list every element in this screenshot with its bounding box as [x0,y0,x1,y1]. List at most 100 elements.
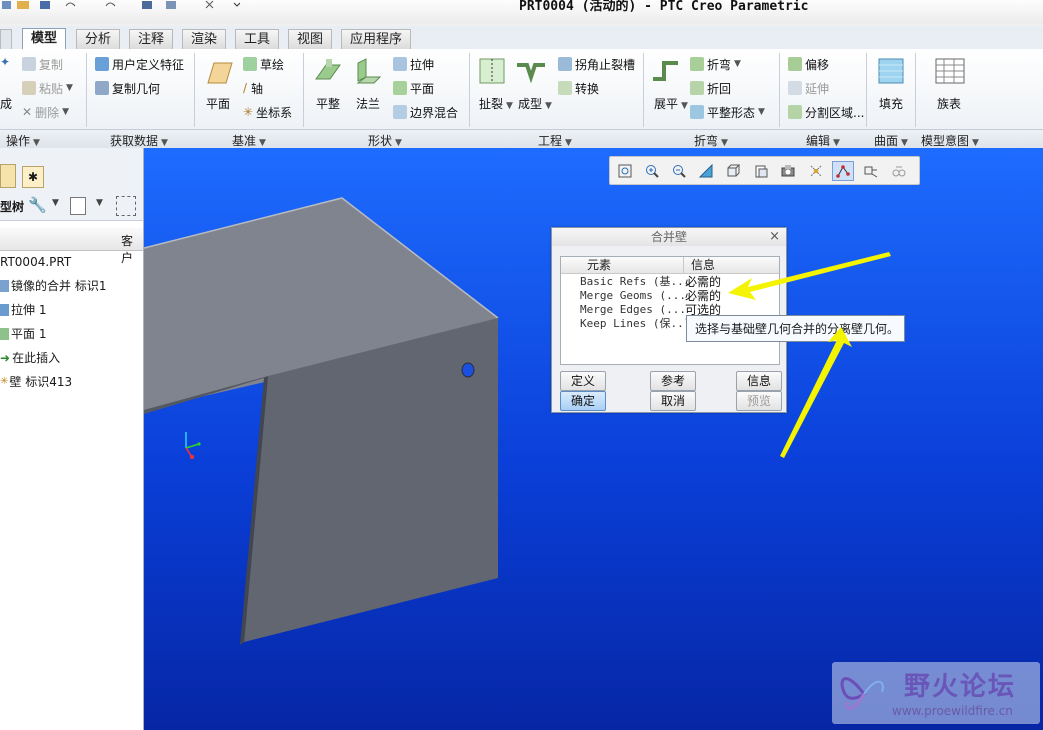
group-get-data[interactable]: 获取数据 ▼ [110,132,168,149]
bend-back-button[interactable]: 折回 [690,79,731,97]
paste-button[interactable]: 粘贴 ▼ [22,79,73,97]
flange-icon[interactable] [352,55,384,87]
form-label[interactable]: 成型 ▼ [518,95,552,112]
copy-button[interactable]: 复制 [22,55,63,73]
datum-display-icon[interactable] [805,161,827,181]
list-item[interactable]: Merge Geoms (... 必需的 [580,289,721,303]
tab-annotate[interactable]: 注释 [129,29,174,49]
group-bends[interactable]: 折弯 ▼ [694,132,728,149]
family-table-icon[interactable] [934,55,966,87]
unbend-icon[interactable] [650,55,682,87]
ok-button[interactable]: 确定 [560,391,606,411]
bend-button[interactable]: 折弯 ▼ [690,55,741,73]
tab-view[interactable]: 视图 [288,29,333,49]
tree-item-plane[interactable]: 平面 1 [0,324,46,344]
extrude-button[interactable]: 拉伸 [393,55,434,73]
close-icon[interactable]: × [769,229,780,244]
rip-label[interactable]: 扯裂 ▼ [479,95,513,112]
tab-model[interactable]: 模型 [22,28,67,50]
chevron-down-icon[interactable]: ▼ [52,198,59,208]
fill-icon[interactable] [875,55,907,87]
annotation-display-icon[interactable] [888,161,910,181]
tree-item-wall[interactable]: ✳ 壁 标识413 [0,372,72,392]
axis-button[interactable]: / 轴 [243,79,263,97]
csys-display-icon[interactable] [860,161,882,181]
tab-tools[interactable]: 工具 [235,29,280,49]
unbend-label[interactable]: 展平 ▼ [654,95,688,112]
udf-icon [95,57,109,71]
settings-icon[interactable]: 🔧 [28,196,47,214]
tree-item-insert-here[interactable]: ➜ 在此插入 [0,348,60,368]
column-header: 客户 [121,234,134,265]
fill-label[interactable]: 填充 [879,95,903,112]
split-area-icon [788,105,802,119]
display-style-icon[interactable] [722,161,744,181]
saved-views-icon[interactable] [750,161,772,181]
arrow-upper [728,252,891,300]
list-item[interactable]: Basic Refs (基... 必需的 [580,275,721,289]
copy-geometry-button[interactable]: 复制几何 [95,79,160,97]
plane-feature-icon [0,328,9,340]
refs-button[interactable]: 参考 [650,371,696,391]
plane-icon[interactable] [202,57,234,89]
extend-button[interactable]: 延伸 [788,79,829,97]
tab-analysis[interactable]: 分析 [76,29,121,49]
chevron-down-icon[interactable]: ▼ [96,198,103,208]
flat-wall-label[interactable]: 平整 [316,95,340,112]
bend-icon [690,57,704,71]
flat-wall-icon[interactable] [312,55,344,87]
flange-label[interactable]: 法兰 [356,95,380,112]
copy-geometry-icon [95,81,109,95]
plane-wall-button[interactable]: 平面 [393,79,434,97]
zoom-out-icon[interactable] [668,161,690,181]
split-area-button[interactable]: 分割区域... [788,103,864,121]
tab-applications[interactable]: 应用程序 [341,29,412,49]
zoom-in-icon[interactable] [641,161,663,181]
form-icon[interactable] [515,55,547,87]
group-operations[interactable]: 操作 ▼ [6,132,40,149]
cancel-button[interactable]: 取消 [650,391,696,411]
boundary-blend-button[interactable]: 边界混合 [393,103,458,121]
favorites-tab-icon[interactable]: ✱ [22,166,44,188]
delete-button[interactable]: ✕ 删除 ▼ [22,103,69,121]
filter-icon[interactable] [116,196,136,216]
redo-icon [105,2,116,7]
column-element[interactable]: 元素 [587,258,611,273]
group-surfaces[interactable]: 曲面 ▼ [874,132,908,149]
repaint-icon[interactable] [695,161,717,181]
sketch-button[interactable]: 草绘 [243,55,284,73]
open-icon [17,1,29,9]
list-item[interactable]: Keep Lines (保...可 [580,317,697,331]
group-model-intent[interactable]: 模型意图 ▼ [921,132,979,149]
tree-item-part[interactable]: RT0004.PRT [0,252,71,272]
define-button[interactable]: 定义 [560,371,606,391]
flat-pattern-button[interactable]: 平整形态 ▼ [690,103,765,121]
arrow-lower [780,327,852,458]
group-datum[interactable]: 基准 ▼ [232,132,266,149]
point-display-icon[interactable] [832,161,854,181]
offset-button[interactable]: 偏移 [788,55,829,73]
tree-item-extrude[interactable]: 拉伸 1 [0,300,46,320]
quick-access-toolbar[interactable] [0,0,240,14]
window-title: PRT0004 (活动的) - PTC Creo Parametric [519,0,809,14]
rip-icon[interactable] [476,55,508,87]
group-editing[interactable]: 编辑 ▼ [806,132,840,149]
group-engineering[interactable]: 工程 ▼ [538,132,572,149]
list-item[interactable]: Merge Edges (... 可选的 [580,303,721,317]
show-icon[interactable] [70,197,86,215]
offset-icon [788,57,802,71]
convert-button[interactable]: 转换 [558,79,599,97]
refit-icon[interactable] [614,161,636,181]
group-shapes[interactable]: 形状 ▼ [368,132,402,149]
csys-button[interactable]: ✳ 坐标系 [243,103,292,121]
corner-relief-button[interactable]: 拐角止裂槽 [558,55,635,73]
tree-item-mirror-merge[interactable]: 镜像的合并 标识1 [0,276,106,296]
udf-button[interactable]: 用户定义特征 [95,55,184,73]
plane-button-label[interactable]: 平面 [206,95,230,112]
family-table-label[interactable]: 族表 [937,95,961,112]
regen-button[interactable]: ✦ [0,53,10,71]
view-manager-icon[interactable] [777,161,799,181]
tab-render[interactable]: 渲染 [182,29,227,49]
folder-tab-icon[interactable] [0,164,16,188]
file-tab[interactable] [0,29,12,50]
